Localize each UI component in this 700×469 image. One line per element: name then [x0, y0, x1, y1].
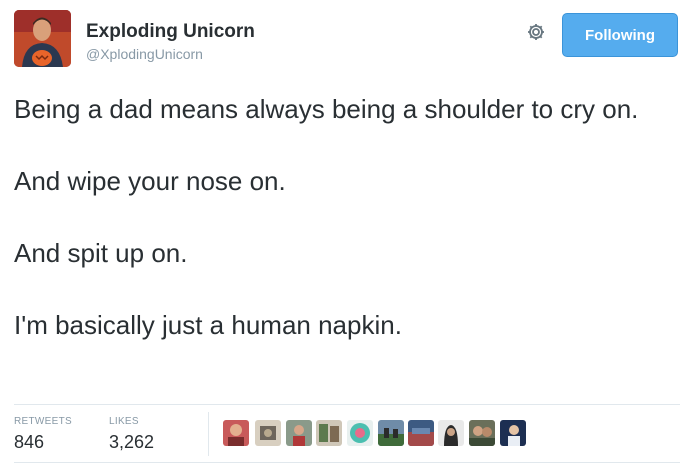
liker-avatar[interactable] [286, 420, 312, 446]
likes-stat[interactable]: LIKES 3,262 [109, 416, 154, 452]
author-handle[interactable]: @XplodingUnicorn [86, 45, 255, 63]
likes-label: LIKES [109, 416, 139, 427]
liker-avatar[interactable] [438, 420, 464, 446]
tweet-card: Exploding Unicorn @XplodingUnicorn Follo… [0, 0, 700, 469]
liker-avatar[interactable] [500, 420, 526, 446]
profile-photo-icon [14, 10, 71, 67]
liker-avatar[interactable] [378, 420, 404, 446]
retweets-count: 846 [14, 432, 45, 452]
author-info: Exploding Unicorn @XplodingUnicorn [86, 21, 255, 63]
liker-avatar[interactable] [347, 420, 373, 446]
bottom-divider [14, 462, 680, 463]
tweet-paragraph: I'm basically just a human napkin. [14, 310, 402, 340]
author-display-name[interactable]: Exploding Unicorn [86, 21, 255, 43]
following-button[interactable]: Following [562, 13, 678, 57]
retweets-stat[interactable]: RETWEETS 846 [14, 416, 72, 452]
retweets-label: RETWEETS [14, 416, 72, 427]
author-avatar[interactable] [14, 10, 71, 67]
liker-avatar[interactable] [408, 420, 434, 446]
likes-count: 3,262 [109, 432, 155, 452]
stats-divider-top [14, 404, 680, 405]
tweet-paragraph: Being a dad means always being a shoulde… [14, 94, 639, 124]
stats-separator [208, 412, 209, 456]
liker-avatar[interactable] [223, 420, 249, 446]
liker-avatar[interactable] [255, 420, 281, 446]
tweet-paragraph: And spit up on. [14, 238, 188, 268]
tweet-paragraph: And wipe your nose on. [14, 166, 286, 196]
liker-avatar[interactable] [469, 420, 495, 446]
liker-avatar[interactable] [316, 420, 342, 446]
gear-icon[interactable] [526, 22, 546, 42]
tweet-text: Being a dad means always being a shoulde… [14, 91, 684, 343]
